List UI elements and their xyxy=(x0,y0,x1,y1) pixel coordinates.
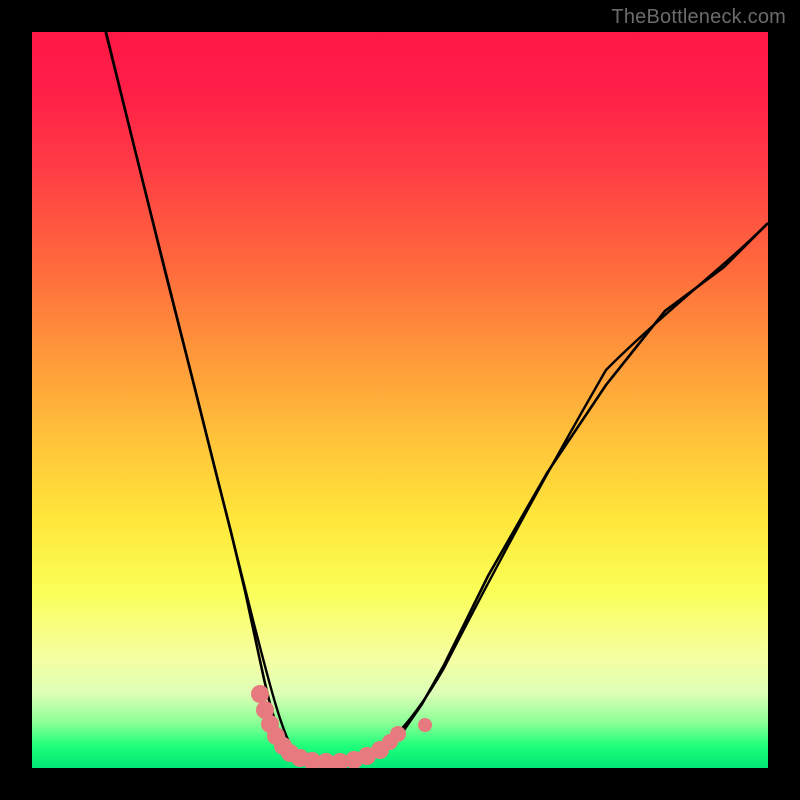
bottleneck-curve-main xyxy=(106,32,768,762)
chart-frame: TheBottleneck.com xyxy=(0,0,800,800)
bottleneck-curve xyxy=(106,32,768,763)
chart-plot-area xyxy=(32,32,768,768)
watermark-text: TheBottleneck.com xyxy=(611,6,786,29)
chart-svg xyxy=(32,32,768,768)
